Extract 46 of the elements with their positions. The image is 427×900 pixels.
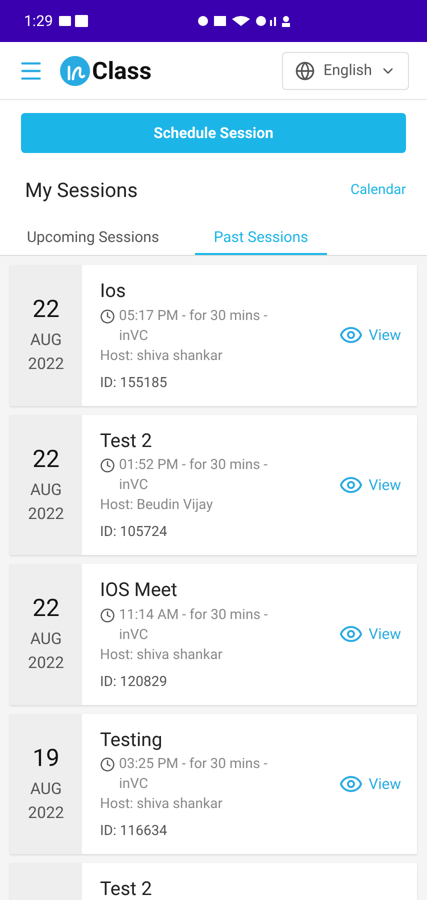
clock-icon — [100, 757, 115, 772]
section-title: My Sessions — [25, 177, 138, 204]
session-card[interactable]: 22 AUG 2022 IOS Meet 11:14 AM - for 30 mins - inVC Host: shiva shankar ID: 120829 View — [10, 564, 417, 704]
session-host: Host: Beudin Vijay — [100, 496, 214, 515]
date-month: AUG — [30, 478, 62, 501]
globe-icon — [295, 60, 316, 80]
session-id: ID: 155185 — [100, 374, 168, 392]
logo-icon — [60, 56, 90, 86]
tab[interactable]: Upcoming Sessions — [0, 221, 180, 255]
clock-icon — [100, 458, 115, 473]
session-title: Testing — [100, 726, 164, 752]
date-year: 2022 — [28, 353, 64, 376]
date-day: 22 — [32, 294, 60, 324]
session-time: 05:17 PM - for 30 mins - inVC — [119, 306, 268, 346]
session-host: Host: shiva shankar — [100, 795, 224, 814]
session-title: Ios — [100, 278, 127, 304]
date-year: 2022 — [28, 502, 64, 525]
session-title: Test 2 — [100, 428, 153, 454]
session-host: Host: shiva shankar — [100, 346, 224, 366]
session-host: Host: shiva shankar — [100, 646, 224, 664]
date-day: 22 — [32, 593, 60, 624]
language-dropdown[interactable]: English — [282, 52, 409, 90]
session-id: ID: 116634 — [100, 822, 168, 841]
session-time: 03:25 PM - for 30 mins - inVC — [119, 755, 268, 794]
date-year: 2022 — [28, 652, 64, 674]
session-card[interactable]: 22 AUG 2022 Test 2 01:52 PM - for 30 mins - inVC Host: Beudin Vijay ID: 105724 View — [10, 414, 417, 555]
session-card[interactable]: 19 AUG 2022 Testing 03:25 PM - for 30 mins - inVC Host: shiva shankar ID: 116634 View — [10, 714, 417, 854]
date-year: 2022 — [28, 802, 64, 824]
date-day: 19 — [32, 742, 60, 773]
clock-icon — [100, 308, 115, 324]
session-time: 01:52 PM - for 30 mins - inVC — [119, 456, 268, 495]
clock-icon — [100, 608, 115, 622]
session-title: IOS Meet — [100, 577, 178, 603]
wifi-icon — [232, 16, 250, 26]
app-name: Class — [92, 56, 152, 86]
session-title: Test 2 — [100, 876, 153, 900]
date-month: AUG — [30, 778, 62, 800]
session-card[interactable]: 22 AUG 2022 Ios 05:17 PM - for 30 mins - inVC Host: shiva shankar ID: 155185 View — [10, 265, 417, 406]
date-month: AUG — [30, 628, 62, 650]
session-card[interactable]: Test 2 — [10, 863, 417, 900]
session-time: 11:14 AM - for 30 mins - inVC — [119, 606, 269, 644]
date-month: AUG — [30, 329, 62, 352]
status-time: 1:29 — [24, 10, 53, 32]
session-id: ID: 120829 — [100, 672, 168, 692]
date-day: 22 — [32, 444, 60, 474]
session-id: ID: 105724 — [100, 523, 168, 542]
